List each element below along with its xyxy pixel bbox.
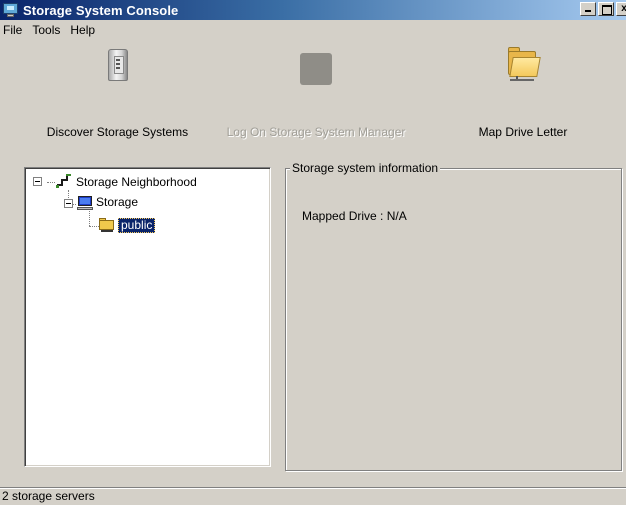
computer-icon	[77, 195, 93, 211]
menu-help[interactable]: Help	[65, 23, 100, 37]
maximize-icon[interactable]	[598, 2, 614, 16]
menu-tools[interactable]: Tools	[27, 23, 65, 37]
menu-file[interactable]: File	[0, 23, 27, 37]
folder-icon	[506, 47, 541, 81]
map-drive-label: Map Drive Letter	[478, 125, 568, 139]
log-on-storage-system-manager-button[interactable]: Log On Storage System Manager	[213, 39, 419, 151]
group-title: Storage system information	[290, 161, 441, 175]
map-drive-letter-button[interactable]: Map Drive Letter	[462, 39, 584, 151]
tree-collapse-storage[interactable]	[64, 199, 73, 208]
storage-console-icon[interactable]	[3, 3, 19, 17]
tree-label-storage: Storage	[96, 195, 139, 209]
tree-item-storage[interactable]: Storage	[96, 194, 138, 210]
mapped-drive-row: Mapped Drive : N/A	[302, 209, 407, 223]
status-text: 2 storage servers	[2, 489, 95, 503]
close-icon[interactable]: x	[616, 2, 626, 16]
minimize-icon[interactable]	[580, 2, 596, 16]
window-title: Storage System Console	[23, 2, 179, 18]
storage-system-information-group: Storage system information Mapped Drive …	[285, 161, 622, 471]
tree-label-storage-neighborhood: Storage Neighborhood	[76, 175, 197, 189]
storage-tree-view[interactable]: Storage Neighborhood Storage public	[24, 167, 271, 467]
tree-collapse-root[interactable]	[33, 177, 42, 186]
shared-folder-icon	[98, 216, 116, 234]
discover-storage-systems-button[interactable]: Discover Storage Systems	[30, 39, 205, 151]
network-icon	[56, 173, 72, 189]
menu-bar: File Tools Help	[0, 20, 626, 39]
tree-label-public: public	[118, 217, 156, 233]
status-bar: 2 storage servers	[0, 487, 626, 505]
title-bar[interactable]: Storage System Console x	[0, 0, 626, 20]
tree-item-public[interactable]: public	[118, 217, 156, 233]
window-controls: x	[578, 2, 626, 16]
computer-case-icon	[104, 47, 132, 83]
log-on-label: Log On Storage System Manager	[226, 125, 406, 139]
mapped-drive-value: N/A	[386, 209, 407, 223]
mapped-drive-label: Mapped Drive :	[302, 209, 384, 223]
blank-grey-icon	[300, 53, 332, 85]
tree-item-storage-neighborhood[interactable]: Storage Neighborhood	[76, 174, 197, 190]
toolbar: Discover Storage Systems Log On Storage …	[0, 39, 626, 151]
discover-label: Discover Storage Systems	[46, 125, 189, 139]
